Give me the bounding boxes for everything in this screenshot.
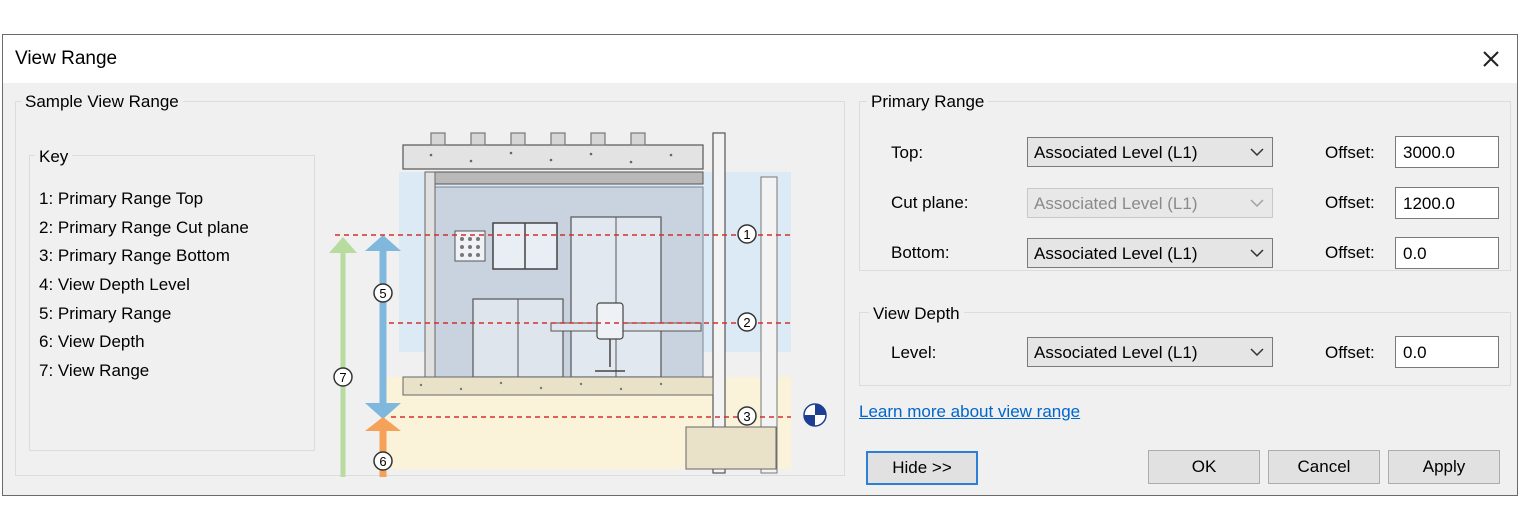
close-button[interactable] [1471, 39, 1511, 79]
chevron-down-icon [1250, 348, 1264, 357]
title-bar: View Range [3, 35, 1517, 83]
view-range-arrow [329, 237, 357, 477]
bottom-level-select[interactable]: Associated Level (L1) [1027, 238, 1273, 268]
key-item: 2: Primary Range Cut plane [39, 218, 249, 237]
view-depth-offset-input[interactable]: 0.0 [1395, 336, 1499, 368]
svg-text:2: 2 [743, 315, 750, 330]
marker-7: 7 [333, 367, 353, 387]
chevron-down-icon [1250, 148, 1264, 157]
svg-text:3: 3 [743, 409, 750, 424]
hide-button[interactable]: Hide >> [866, 451, 978, 485]
bottom-offset-value: 0.0 [1403, 244, 1427, 263]
bottom-label: Bottom: [891, 243, 950, 262]
view-range-dialog: View Range Sample View Range Key 1: Prim… [2, 34, 1518, 496]
sample-view-range-label: Sample View Range [21, 92, 183, 112]
view-depth-label: View Depth [869, 304, 964, 324]
cut-plane-offset-label: Offset: [1325, 193, 1375, 212]
marker-6: 6 [373, 451, 393, 471]
view-depth-level-select[interactable]: Associated Level (L1) [1027, 337, 1273, 367]
key-item: 1: Primary Range Top [39, 189, 204, 208]
right-wall [712, 132, 726, 474]
key-label: Key [35, 147, 73, 167]
primary-range-label: Primary Range [867, 92, 989, 112]
bottom-level-value: Associated Level (L1) [1034, 244, 1198, 263]
cut-plane-level-select: Associated Level (L1) [1027, 188, 1273, 218]
view-depth-offset-value: 0.0 [1403, 343, 1427, 362]
apply-button[interactable]: Apply [1388, 450, 1500, 484]
level-marker-icon [803, 403, 827, 427]
top-offset-input[interactable]: 3000.0 [1395, 136, 1499, 168]
foundation [685, 426, 777, 470]
top-offset-value: 3000.0 [1403, 143, 1455, 162]
floor-slab [402, 376, 714, 396]
learn-more-link[interactable]: Learn more about view range [859, 402, 1080, 422]
svg-text:5: 5 [379, 286, 386, 301]
key-item: 4: View Depth Level [39, 275, 190, 294]
marker-2: 2 [737, 312, 757, 332]
chair [596, 302, 624, 340]
top-level-select[interactable]: Associated Level (L1) [1027, 137, 1273, 167]
desk [550, 322, 702, 332]
top-offset-label: Offset: [1325, 143, 1375, 162]
dialog-title: View Range [15, 48, 118, 69]
view-depth-level-value: Associated Level (L1) [1034, 343, 1198, 362]
level-label: Level: [891, 343, 937, 362]
marker-5: 5 [373, 283, 393, 303]
key-item: 7: View Range [39, 361, 150, 380]
ok-button[interactable]: OK [1148, 450, 1260, 484]
cancel-button[interactable]: Cancel [1268, 450, 1380, 484]
marker-1: 1 [737, 224, 757, 244]
cut-plane-label: Cut plane: [891, 193, 969, 212]
key-item: 5: Primary Range [39, 304, 172, 323]
svg-text:1: 1 [743, 227, 750, 242]
bottom-offset-label: Offset: [1325, 243, 1375, 262]
svg-text:7: 7 [339, 370, 346, 385]
key-item: 3: Primary Range Bottom [39, 246, 230, 265]
cut-plane-level-value: Associated Level (L1) [1034, 194, 1198, 213]
key-item: 6: View Depth [39, 332, 145, 351]
bottom-offset-input[interactable]: 0.0 [1395, 237, 1499, 269]
close-icon [1483, 51, 1499, 67]
view-range-diagram: 1 2 3 4 5 6 7 [329, 132, 827, 477]
ceiling-band [432, 171, 704, 185]
svg-text:6: 6 [379, 454, 386, 469]
view-depth-offset-label: Offset: [1325, 343, 1375, 362]
marker-3: 3 [737, 406, 757, 426]
chevron-down-icon [1250, 199, 1264, 208]
cut-plane-offset-value: 1200.0 [1403, 194, 1455, 213]
left-column [424, 171, 436, 378]
top-level-value: Associated Level (L1) [1034, 143, 1198, 162]
top-label: Top: [891, 143, 924, 162]
roof-slab [402, 144, 704, 170]
cut-plane-offset-input[interactable]: 1200.0 [1395, 187, 1499, 219]
chevron-down-icon [1250, 249, 1264, 258]
